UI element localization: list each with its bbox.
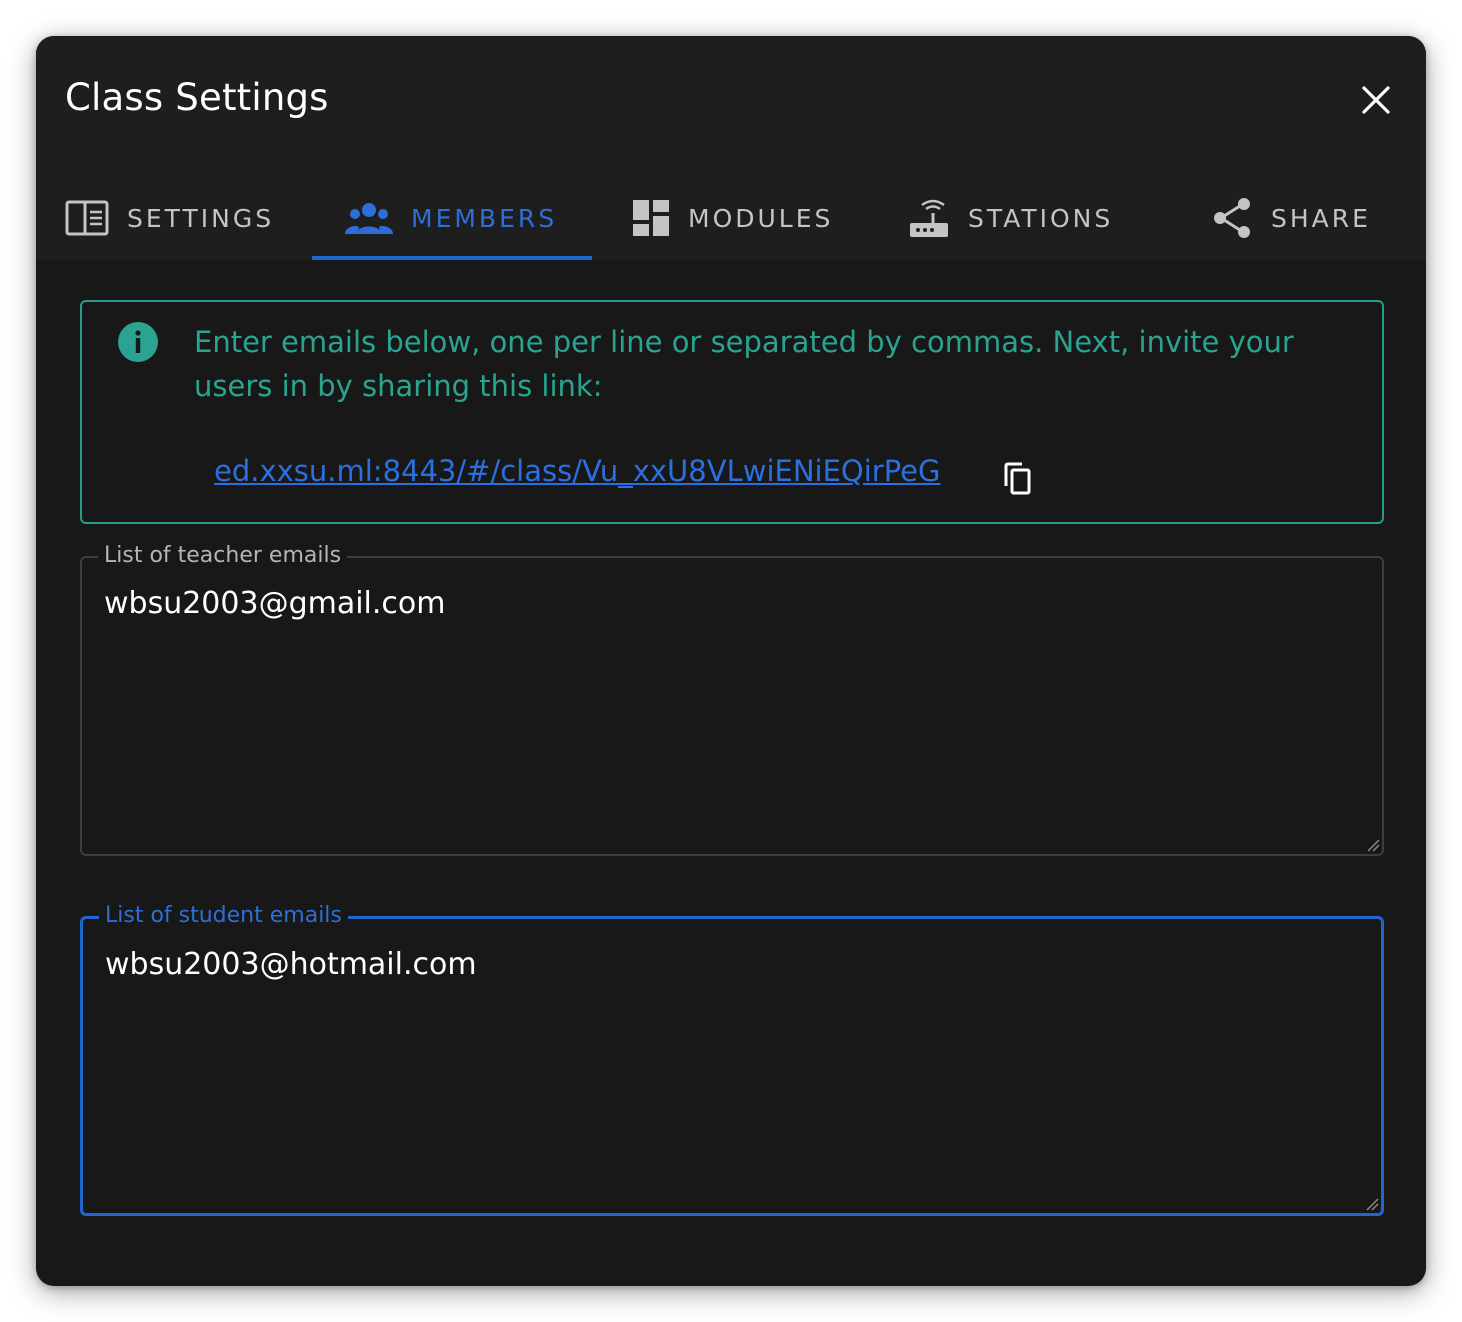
dashboard-icon [632, 199, 670, 237]
settings-panel-icon [65, 200, 109, 236]
close-button[interactable] [1356, 80, 1396, 120]
student-emails-label: List of student emails [99, 903, 348, 929]
tab-bar: SETTINGS MEMBERS MODULES STATIONS SHARE [36, 176, 1426, 260]
class-invite-link[interactable]: ed.xxsu.ml:8443/#/class/Vu_xxU8VLwiENiEQ… [214, 454, 940, 488]
tab-settings-label: SETTINGS [127, 203, 275, 233]
close-icon [1362, 86, 1390, 114]
active-tab-indicator [312, 256, 592, 260]
tab-settings[interactable]: SETTINGS [65, 176, 274, 260]
teacher-emails-input[interactable]: wbsu2003@gmail.com [104, 586, 1354, 836]
copy-button[interactable] [1002, 462, 1032, 496]
people-icon [345, 202, 393, 234]
tab-share[interactable]: SHARE [1213, 176, 1371, 260]
tab-members-label: MEMBERS [411, 203, 558, 233]
info-icon [118, 322, 158, 362]
class-settings-dialog: Class Settings SETTINGS MEMBERS MODULES … [36, 36, 1426, 1286]
dialog-header: Class Settings SETTINGS MEMBERS MODULES … [36, 36, 1426, 260]
resize-handle-icon[interactable] [1365, 1197, 1379, 1211]
tab-members[interactable]: MEMBERS [345, 176, 557, 260]
tab-share-label: SHARE [1271, 203, 1371, 233]
teacher-emails-label: List of teacher emails [98, 543, 348, 569]
tab-stations-label: STATIONS [968, 203, 1114, 233]
tab-stations[interactable]: STATIONS [908, 176, 1113, 260]
info-alert: Enter emails below, one per line or sepa… [80, 300, 1384, 524]
student-emails-field: List of student emails wbsu2003@hotmail.… [80, 903, 1384, 1216]
teacher-emails-field: List of teacher emails wbsu2003@gmail.co… [80, 543, 1384, 856]
tab-modules[interactable]: MODULES [632, 176, 833, 260]
tab-modules-label: MODULES [688, 203, 834, 233]
info-message: Enter emails below, one per line or sepa… [194, 325, 1294, 403]
dialog-title: Class Settings [65, 76, 329, 119]
resize-handle-icon[interactable] [1366, 838, 1380, 852]
copy-icon [1004, 462, 1031, 495]
router-icon [908, 197, 950, 239]
share-icon [1213, 197, 1253, 239]
student-emails-input[interactable]: wbsu2003@hotmail.com [105, 947, 1355, 1197]
